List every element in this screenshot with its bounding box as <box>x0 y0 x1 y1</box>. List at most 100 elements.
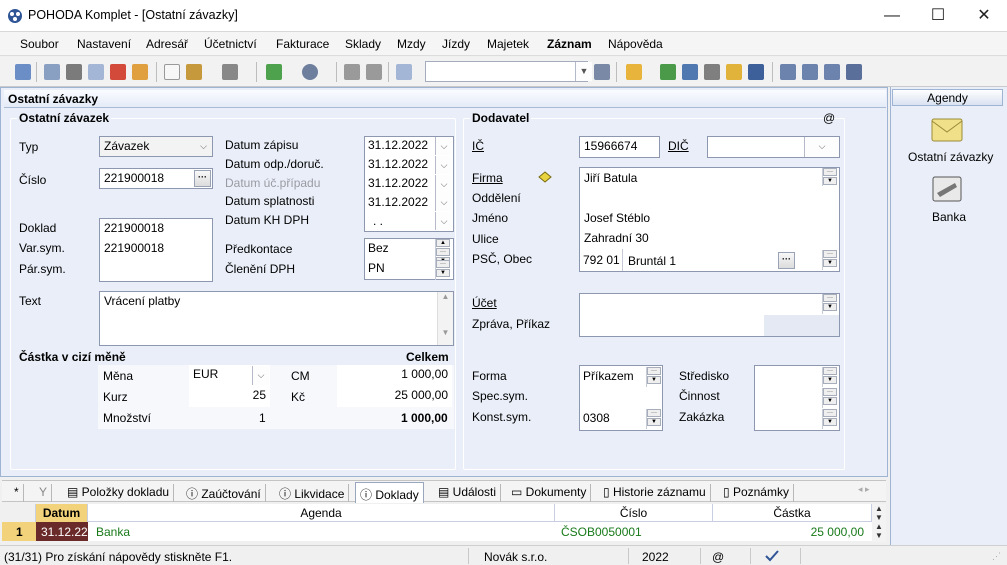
cislo-picker-button[interactable]: ··· <box>194 170 211 187</box>
konstsym-spin[interactable]: ··· ▼ <box>646 409 661 429</box>
firma-spin[interactable]: ··· ▼ <box>822 168 837 186</box>
tab-historie[interactable]: ▯ Historie záznamu <box>599 484 711 502</box>
resize-grip-icon[interactable]: ⋰ <box>992 551 1001 562</box>
forma-spin[interactable]: ··· ▼ <box>646 367 661 387</box>
stredisko-spin[interactable]: ··· ▼ <box>822 367 837 387</box>
filter-icon[interactable] <box>594 64 610 80</box>
chevron-down-icon[interactable]: ⌵ <box>804 137 839 157</box>
tab-udalosti[interactable]: ▤ Události <box>434 484 502 502</box>
grid-col-castka[interactable]: Částka <box>713 504 872 522</box>
address-book-icon[interactable] <box>537 169 553 183</box>
tab-poznamky[interactable]: ▯ Poznámky <box>719 484 794 502</box>
specsym-input[interactable] <box>580 387 662 408</box>
date-kh-chevron-icon[interactable]: ⌵ <box>435 212 452 230</box>
row-agenda[interactable]: Banka <box>96 522 296 541</box>
date-splat-chevron-icon[interactable]: ⌵ <box>435 193 452 211</box>
envelope-icon[interactable] <box>930 113 964 145</box>
menu-majetek[interactable]: Majetek <box>487 37 529 51</box>
cm-input[interactable]: 1 000,00 <box>337 365 452 386</box>
help-icon[interactable] <box>846 64 862 80</box>
settings-gear-icon[interactable] <box>302 64 318 80</box>
duplicate-icon[interactable] <box>396 64 412 80</box>
bank-icon[interactable] <box>930 173 964 205</box>
ic-input[interactable]: 15966674 <box>579 136 660 158</box>
folder-icon[interactable] <box>626 64 642 80</box>
checkmark-pen-icon[interactable] <box>764 549 780 563</box>
chevron-down-icon[interactable]: ⌵ <box>195 137 212 156</box>
psc-spin[interactable]: ··· ▼ <box>822 250 837 270</box>
chevron-down-icon[interactable]: ▼ <box>575 62 592 81</box>
date-odp-chevron-icon[interactable]: ⌵ <box>435 156 452 174</box>
parsym-input[interactable] <box>100 259 212 279</box>
text-area[interactable]: Vrácení platby <box>99 291 454 346</box>
new-record-icon[interactable] <box>164 64 180 80</box>
tab-zauctovani[interactable]: ⓘ Zaúčtování <box>182 484 266 502</box>
jmeno-input[interactable]: Josef Stéblo <box>580 208 839 228</box>
text-scrollbar[interactable]: ▲ ▼ <box>437 292 453 345</box>
menu-adresar[interactable]: Adresář <box>146 37 188 51</box>
window-icon[interactable] <box>780 64 796 80</box>
varsym-input[interactable]: 221900018 <box>100 239 212 259</box>
coins-icon[interactable] <box>726 64 742 80</box>
status-at-icon[interactable]: @ <box>712 550 724 564</box>
obec-input[interactable]: Bruntál 1 <box>628 254 676 268</box>
save-icon[interactable] <box>344 64 360 80</box>
grid-col-agenda[interactable]: Agenda <box>88 504 555 522</box>
cleneni-spin[interactable]: ··· ▼ <box>435 260 450 280</box>
doklad-input[interactable]: 221900018 <box>100 219 212 239</box>
firma-input[interactable]: Jiří Batula <box>580 168 839 188</box>
list-icon[interactable] <box>824 64 840 80</box>
maximize-button[interactable]: ☐ <box>915 0 961 32</box>
money-icon[interactable] <box>660 64 676 80</box>
menu-fakturace[interactable]: Fakturace <box>276 37 329 51</box>
iban-icon[interactable] <box>748 64 764 80</box>
grid-scrollbar[interactable]: ▲ ▼ ▲ ▼ <box>872 504 886 542</box>
menu-zaznam[interactable]: Záznam <box>547 37 592 51</box>
grid-col-cislo[interactable]: Číslo <box>555 504 713 522</box>
tab-polozky-dokladu[interactable]: ▤ Položky dokladu <box>63 484 175 502</box>
kc-input[interactable]: 25 000,00 <box>337 386 452 407</box>
row-cislo[interactable]: ČSOB0050001 <box>561 522 711 541</box>
qr-icon[interactable] <box>222 64 238 80</box>
preview-icon[interactable] <box>88 64 104 80</box>
row-castka[interactable]: 25 000,00 <box>713 522 864 541</box>
export-icon[interactable] <box>132 64 148 80</box>
dic-label[interactable]: DIČ <box>668 139 689 153</box>
chevron-down-icon[interactable]: ⌵ <box>252 366 269 385</box>
zakazka-spin[interactable]: ··· ▼ <box>822 409 837 429</box>
tabs-scroll-arrows[interactable]: ◂ ▸ <box>858 484 870 495</box>
kurz-input[interactable]: 25 <box>189 386 270 407</box>
date-uc-chevron-icon[interactable]: ⌵ <box>435 175 452 193</box>
print-icon[interactable] <box>66 64 82 80</box>
copy-icon[interactable] <box>44 64 60 80</box>
tab-doklady[interactable]: ⓘ Doklady <box>355 482 424 503</box>
table-row[interactable]: 1 31.12.22 Banka ČSOB0050001 25 000,00 <box>2 522 872 541</box>
firma-label[interactable]: Firma <box>472 171 503 185</box>
layout-icon[interactable] <box>802 64 818 80</box>
tab-dokumenty[interactable]: ▭ Dokumenty <box>507 484 592 502</box>
menu-soubor[interactable]: Soubor <box>20 37 59 51</box>
psc-input[interactable]: 792 01 <box>583 253 620 267</box>
ic-label[interactable]: IČ <box>472 139 484 153</box>
email-at-icon[interactable]: @ <box>823 111 835 125</box>
ucet-spin[interactable]: ··· ▼ <box>822 294 837 314</box>
minimize-button[interactable]: — <box>869 0 915 32</box>
oddeleni-input[interactable] <box>580 188 839 208</box>
menu-ucetnictvi[interactable]: Účetnictví <box>204 37 257 51</box>
tab-filter[interactable]: Y <box>35 484 53 502</box>
pdf-icon[interactable] <box>110 64 126 80</box>
save-all-icon[interactable] <box>366 64 382 80</box>
menu-sklady[interactable]: Sklady <box>345 37 381 51</box>
quick-search-input[interactable] <box>425 61 588 82</box>
menu-jizdy[interactable]: Jízdy <box>442 37 470 51</box>
brush-icon[interactable] <box>186 64 202 80</box>
ucet-label[interactable]: Účet <box>472 296 497 310</box>
panel-icon[interactable] <box>15 64 31 80</box>
cinnost-spin[interactable]: ··· ▼ <box>822 388 837 408</box>
menu-napoveda[interactable]: Nápověda <box>608 37 663 51</box>
back-arrow-icon[interactable] <box>266 64 282 80</box>
grid-col-datum[interactable]: Datum <box>36 504 88 522</box>
card-icon[interactable] <box>682 64 698 80</box>
agenda-item-banka[interactable]: Banka <box>932 210 966 224</box>
calculator-icon[interactable] <box>704 64 720 80</box>
